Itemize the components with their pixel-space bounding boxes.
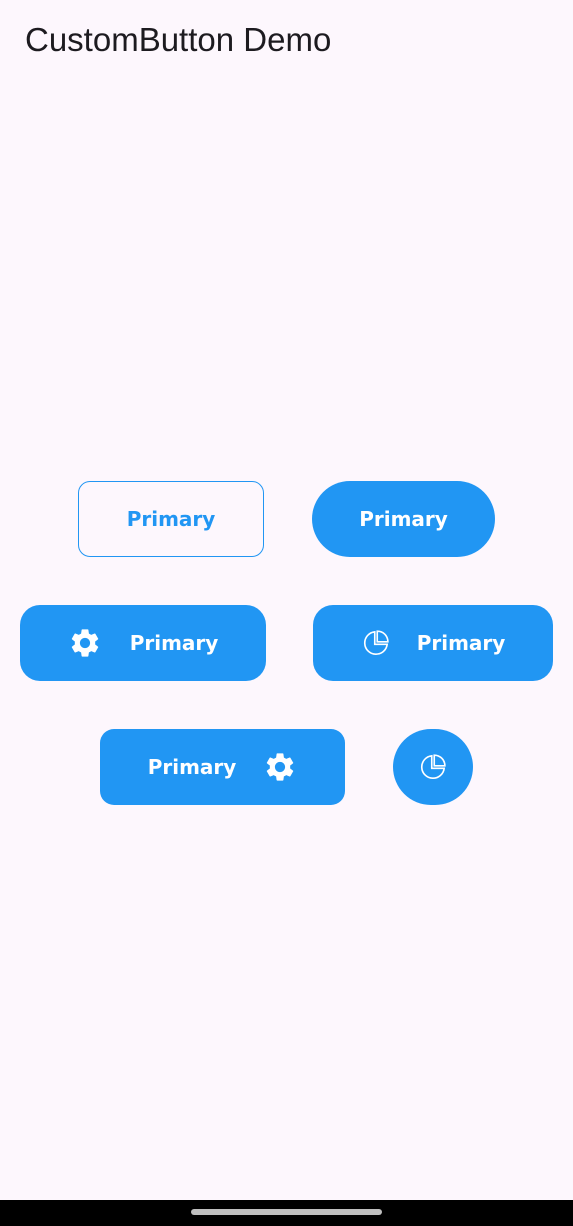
button-label: Primary [147, 755, 237, 779]
page-title: CustomButton Demo [25, 21, 332, 58]
button-label: Primary [129, 631, 219, 655]
primary-pill-button[interactable]: Primary [312, 481, 495, 557]
pie-chart-icon-button[interactable] [393, 729, 473, 805]
gear-icon [68, 626, 102, 660]
primary-outline-button[interactable]: Primary [78, 481, 264, 557]
button-label: Primary [359, 507, 448, 531]
home-gesture-handle[interactable] [191, 1209, 382, 1215]
gear-icon [263, 750, 297, 784]
app-bar: CustomButton Demo [0, 0, 573, 80]
primary-leading-gear-button[interactable]: Primary [20, 605, 266, 681]
primary-trailing-gear-button[interactable]: Primary [100, 729, 345, 805]
pie-chart-icon [418, 752, 448, 782]
button-label: Primary [416, 631, 506, 655]
primary-leading-pie-chart-button[interactable]: Primary [313, 605, 553, 681]
button-label: Primary [126, 507, 216, 531]
pie-chart-icon [361, 628, 391, 658]
